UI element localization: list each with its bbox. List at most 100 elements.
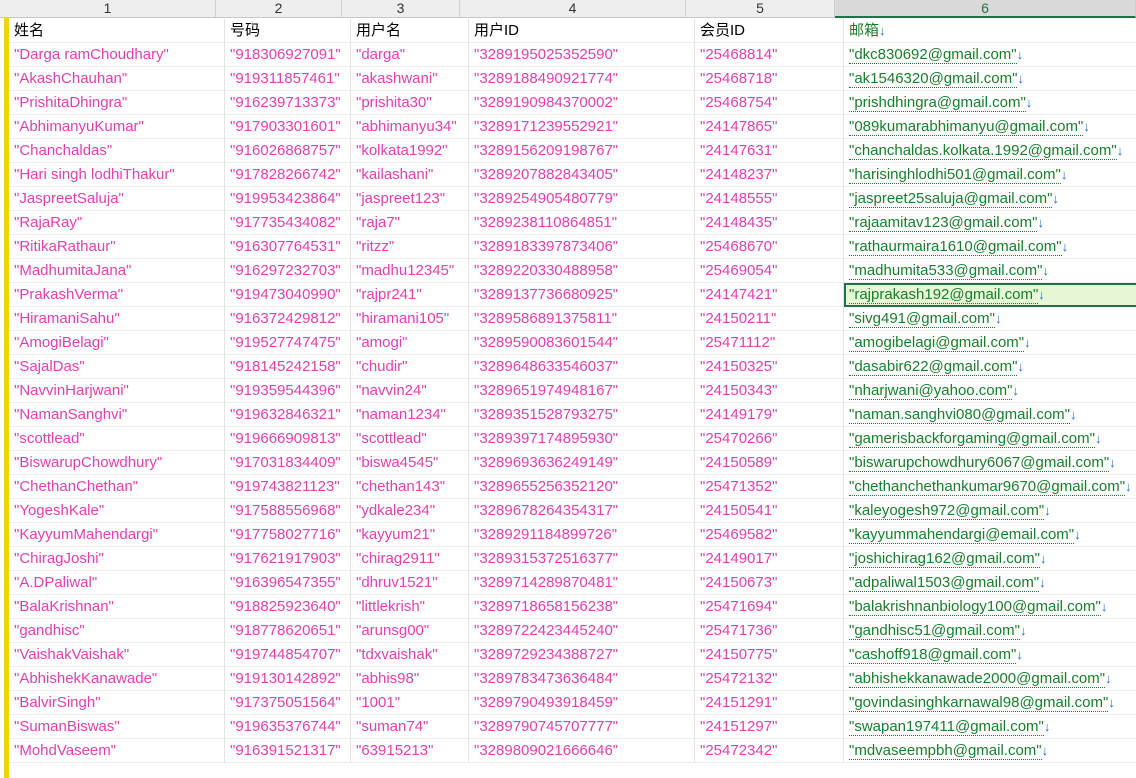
cell-user-id[interactable]: "3289291184899726" (469, 523, 695, 547)
cell-phone[interactable]: "916372429812" (225, 307, 351, 331)
column-header-4[interactable]: 4 (460, 0, 686, 18)
cell-email[interactable]: "ak1546320@gmail.com"↓ (844, 67, 1136, 91)
cell-user-id[interactable]: "3289651974948167" (469, 379, 695, 403)
cell-phone[interactable]: "919359544396" (225, 379, 351, 403)
cell-phone[interactable]: "919743821123" (225, 475, 351, 499)
cell-username[interactable]: "1001" (351, 691, 469, 715)
cell-email[interactable]: "balakrishnanbiology100@gmail.com"↓ (844, 595, 1136, 619)
cell-user-id[interactable]: "3289351528793275" (469, 403, 695, 427)
cell-user-id[interactable]: "3289156209198767" (469, 139, 695, 163)
cell-phone[interactable]: "916396547355" (225, 571, 351, 595)
cell-member-id[interactable]: "24150211" (695, 307, 844, 331)
cell-user-id[interactable]: "3289207882843405" (469, 163, 695, 187)
cell-email[interactable]: "madhumita533@gmail.com"↓ (844, 259, 1136, 283)
cell-phone[interactable]: "918306927091" (225, 43, 351, 67)
cell-member-id[interactable]: "25472342" (695, 739, 844, 763)
cell-user-id[interactable]: "3289315372516377" (469, 547, 695, 571)
cell-email[interactable]: "rajprakash192@gmail.com"↓ (844, 283, 1136, 307)
cell-email[interactable]: "dkc830692@gmail.com"↓ (844, 43, 1136, 67)
cell-phone[interactable]: "917828266742" (225, 163, 351, 187)
cell-name[interactable]: "Chanchaldas" (9, 139, 225, 163)
cell-member-id[interactable]: "25469054" (695, 259, 844, 283)
cell-name[interactable]: "SajalDas" (9, 355, 225, 379)
header-cell-phone[interactable]: 号码 (225, 19, 351, 43)
cell-email[interactable]: "harisinghlodhi501@gmail.com"↓ (844, 163, 1136, 187)
cell-username[interactable]: "amogi" (351, 331, 469, 355)
cell-email[interactable]: "naman.sanghvi080@gmail.com"↓ (844, 403, 1136, 427)
cell-username[interactable]: "suman74" (351, 715, 469, 739)
cell-user-id[interactable]: "3289590083601544" (469, 331, 695, 355)
cell-member-id[interactable]: "25471112" (695, 331, 844, 355)
cell-name[interactable]: "PrakashVerma" (9, 283, 225, 307)
cell-email[interactable]: "gandhisc51@gmail.com"↓ (844, 619, 1136, 643)
cell-phone[interactable]: "919632846321" (225, 403, 351, 427)
cell-username[interactable]: "chudir" (351, 355, 469, 379)
cell-name[interactable]: "BalvirSingh" (9, 691, 225, 715)
cell-name[interactable]: "NavvinHarjwani" (9, 379, 225, 403)
cell-username[interactable]: "navvin24" (351, 379, 469, 403)
cell-email[interactable]: "kayyummahendargi@email.com"↓ (844, 523, 1136, 547)
cell-name[interactable]: "YogeshKale" (9, 499, 225, 523)
cell-email[interactable]: "adpaliwal1503@gmail.com"↓ (844, 571, 1136, 595)
cell-name[interactable]: "gandhisc" (9, 619, 225, 643)
cell-member-id[interactable]: "25469582" (695, 523, 844, 547)
cell-email[interactable]: "jaspreet25saluja@gmail.com"↓ (844, 187, 1136, 211)
cell-username[interactable]: "prishita30" (351, 91, 469, 115)
cell-phone[interactable]: "919744854707" (225, 643, 351, 667)
cell-user-id[interactable]: "3289171239552921" (469, 115, 695, 139)
cell-name[interactable]: "MohdVaseem" (9, 739, 225, 763)
cell-name[interactable]: "JaspreetSaluja" (9, 187, 225, 211)
cell-phone[interactable]: "919666909813" (225, 427, 351, 451)
cell-member-id[interactable]: "24150775" (695, 643, 844, 667)
cell-username[interactable]: "ritzz" (351, 235, 469, 259)
cell-name[interactable]: "AbhimanyuKumar" (9, 115, 225, 139)
cell-user-id[interactable]: "3289648633546037" (469, 355, 695, 379)
cell-user-id[interactable]: "3289397174895930" (469, 427, 695, 451)
cell-username[interactable]: "63915213" (351, 739, 469, 763)
cell-member-id[interactable]: "24150673" (695, 571, 844, 595)
cell-name[interactable]: "RajaRay" (9, 211, 225, 235)
cell-user-id[interactable]: "3289137736680925" (469, 283, 695, 307)
cell-user-id[interactable]: "3289729234388727" (469, 643, 695, 667)
cell-phone[interactable]: "918825923640" (225, 595, 351, 619)
cell-user-id[interactable]: "3289693636249149" (469, 451, 695, 475)
cell-username[interactable]: "akashwani" (351, 67, 469, 91)
cell-name[interactable]: "NamanSanghvi" (9, 403, 225, 427)
cell-name[interactable]: "A.DPaliwal" (9, 571, 225, 595)
cell-user-id[interactable]: "3289783473636484" (469, 667, 695, 691)
cell-name[interactable]: "KayyumMahendargi" (9, 523, 225, 547)
cell-phone[interactable]: "916307764531" (225, 235, 351, 259)
cell-phone[interactable]: "919527747475" (225, 331, 351, 355)
header-cell-member-id[interactable]: 会员ID (695, 19, 844, 43)
cell-member-id[interactable]: "24150541" (695, 499, 844, 523)
cell-phone[interactable]: "916391521317" (225, 739, 351, 763)
cell-phone[interactable]: "916026868757" (225, 139, 351, 163)
header-cell-name[interactable]: 姓名 (9, 19, 225, 43)
cell-email[interactable]: "joshichirag162@gmail.com"↓ (844, 547, 1136, 571)
cell-email[interactable]: "swapan197411@gmail.com"↓ (844, 715, 1136, 739)
cell-username[interactable]: "kayyum21" (351, 523, 469, 547)
cell-username[interactable]: "kailashani" (351, 163, 469, 187)
cell-username[interactable]: "kolkata1992" (351, 139, 469, 163)
cell-user-id[interactable]: "3289195025352590" (469, 43, 695, 67)
cell-user-id[interactable]: "3289220330488958" (469, 259, 695, 283)
cell-name[interactable]: "AbhishekKanawade" (9, 667, 225, 691)
cell-name[interactable]: "AmogiBelagi" (9, 331, 225, 355)
cell-member-id[interactable]: "24148435" (695, 211, 844, 235)
cell-email[interactable]: "kaleyogesh972@gmail.com"↓ (844, 499, 1136, 523)
cell-member-id[interactable]: "24151291" (695, 691, 844, 715)
cell-phone[interactable]: "916297232703" (225, 259, 351, 283)
cell-username[interactable]: "ydkale234" (351, 499, 469, 523)
header-cell-email[interactable]: 邮箱↓ (844, 19, 1136, 43)
cell-email[interactable]: "mdvaseempbh@gmail.com"↓ (844, 739, 1136, 763)
cell-phone[interactable]: "917031834409" (225, 451, 351, 475)
column-header-5[interactable]: 5 (686, 0, 835, 18)
cell-email[interactable]: "dasabir622@gmail.com"↓ (844, 355, 1136, 379)
cell-user-id[interactable]: "3289254905480779" (469, 187, 695, 211)
cell-name[interactable]: "Hari singh lodhiThakur" (9, 163, 225, 187)
cell-member-id[interactable]: "25470266" (695, 427, 844, 451)
cell-name[interactable]: "BiswarupChowdhury" (9, 451, 225, 475)
cell-member-id[interactable]: "25472132" (695, 667, 844, 691)
cell-member-id[interactable]: "24148237" (695, 163, 844, 187)
cell-user-id[interactable]: "3289655256352120" (469, 475, 695, 499)
